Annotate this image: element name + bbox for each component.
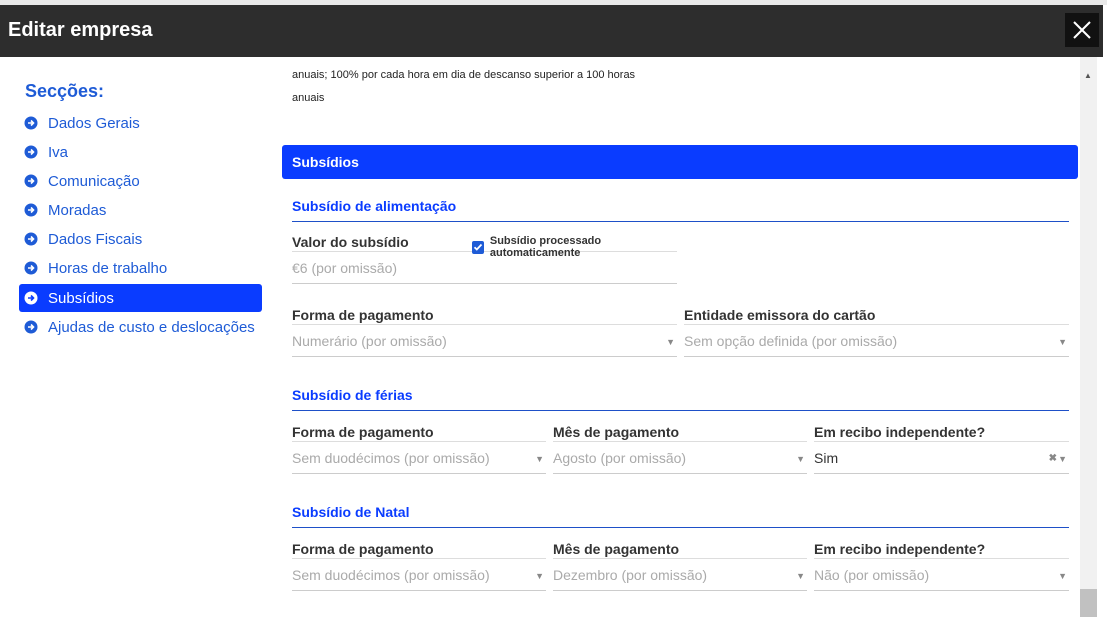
caret-down-icon: ▼ <box>1058 337 1067 347</box>
check-icon <box>473 243 483 251</box>
recibo-independente-label: Em recibo independente? <box>814 536 1069 559</box>
title-bar: Editar empresa <box>0 5 1103 57</box>
forma-pagamento-label: Forma de pagamento <box>292 536 546 559</box>
caret-down-icon: ▼ <box>796 571 805 581</box>
scrollbar-thumb[interactable] <box>1080 589 1097 617</box>
select-value: Sem duodécimos (por omissão) <box>292 449 490 466</box>
sidebar-item-iva[interactable]: Iva <box>19 138 262 166</box>
close-button[interactable] <box>1065 13 1099 47</box>
caret-down-icon: ▼ <box>535 454 544 464</box>
arrow-right-circle-icon <box>24 232 38 246</box>
sidebar-item-label: Subsídios <box>48 289 114 307</box>
arrow-right-circle-icon <box>24 145 38 159</box>
caret-down-icon: ▼ <box>535 571 544 581</box>
sidebar-item-dados-gerais[interactable]: Dados Gerais <box>19 109 262 137</box>
select-value: Não (por omissão) <box>814 566 930 583</box>
recibo-independente-label: Em recibo independente? <box>814 419 1069 442</box>
sidebar-item-label: Dados Fiscais <box>48 230 143 248</box>
recibo-independente-select[interactable]: Sim ✖ ▼ <box>814 442 1069 474</box>
select-value: Agosto (por omissão) <box>553 449 687 466</box>
forma-pagamento-select[interactable]: Sem duodécimos (por omissão) ▼ <box>292 442 546 474</box>
sidebar-item-moradas[interactable]: Moradas <box>19 196 262 224</box>
mes-pagamento-select[interactable]: Dezembro (por omissão) ▼ <box>553 559 807 591</box>
forma-pagamento-label: Forma de pagamento <box>292 302 677 325</box>
select-value: Dezembro (por omissão) <box>553 566 708 583</box>
sidebar-item-dados-fiscais[interactable]: Dados Fiscais <box>19 225 262 253</box>
recibo-independente-ferias-field: Em recibo independente? Sim ✖ ▼ <box>814 419 1069 474</box>
auto-process-checkbox-wrap: Subsídio processado automaticamente <box>472 235 677 259</box>
sidebar-heading: Secções: <box>25 81 105 101</box>
form-content: anuais; 100% por cada hora em dia de des… <box>275 57 1080 617</box>
arrow-right-circle-icon <box>24 174 38 188</box>
forma-pagamento-alimentacao-field: Forma de pagamento Numerário (por omissã… <box>292 302 677 357</box>
subsection-title-ferias: Subsídio de férias <box>292 387 1069 411</box>
arrow-right-circle-icon <box>24 261 38 275</box>
sidebar-item-label: Dados Gerais <box>48 114 140 132</box>
arrow-right-circle-icon <box>24 291 38 305</box>
recibo-independente-select[interactable]: Não (por omissão) ▼ <box>814 559 1069 591</box>
recibo-independente-natal-field: Em recibo independente? Não (por omissão… <box>814 536 1069 591</box>
sidebar-item-label: Comunicação <box>48 172 140 190</box>
dialog-title: Editar empresa <box>8 19 153 41</box>
caret-down-icon: ▼ <box>796 454 805 464</box>
sidebar-item-label: Horas de trabalho <box>48 259 168 277</box>
sidebar-item-label: Ajudas de custo e deslocações <box>48 318 255 336</box>
sidebar-item-comunicacao[interactable]: Comunicação <box>19 167 262 195</box>
subsection-title-natal: Subsídio de Natal <box>292 504 1069 528</box>
select-value: Sim <box>814 449 839 466</box>
entidade-emissora-select[interactable]: Sem opção definida (por omissão) ▼ <box>684 325 1069 357</box>
mes-pagamento-ferias-field: Mês de pagamento Agosto (por omissão) ▼ <box>553 419 807 474</box>
select-value: Sem duodécimos (por omissão) <box>292 566 490 583</box>
overtime-note-line: anuais <box>292 92 325 104</box>
caret-down-icon: ▼ <box>1058 454 1067 464</box>
mes-pagamento-select[interactable]: Agosto (por omissão) ▼ <box>553 442 807 474</box>
sidebar-item-subsidios[interactable]: Subsídios <box>19 284 262 312</box>
select-value: Sem opção definida (por omissão) <box>684 332 898 349</box>
overtime-note-line: anuais; 100% por cada hora em dia de des… <box>292 69 636 81</box>
arrow-right-circle-icon <box>24 203 38 217</box>
select-value: Numerário (por omissão) <box>292 332 447 349</box>
mes-pagamento-label: Mês de pagamento <box>553 536 807 559</box>
arrow-right-circle-icon <box>24 116 38 130</box>
caret-down-icon: ▼ <box>1058 571 1067 581</box>
forma-pagamento-ferias-field: Forma de pagamento Sem duodécimos (por o… <box>292 419 546 474</box>
sidebar-item-label: Iva <box>48 143 69 161</box>
sections-sidebar: Secções: Dados Gerais Iva Comunicação Mo… <box>0 57 275 617</box>
subsection-title-alimentacao: Subsídio de alimentação <box>292 198 1069 222</box>
scroll-up-icon[interactable]: ▲ <box>1084 71 1092 80</box>
section-header-subsidios: Subsídios <box>282 145 1078 179</box>
forma-pagamento-natal-field: Forma de pagamento Sem duodécimos (por o… <box>292 536 546 591</box>
sidebar-item-ajudas-de-custo[interactable]: Ajudas de custo e deslocações <box>19 313 262 341</box>
forma-pagamento-label: Forma de pagamento <box>292 419 546 442</box>
vertical-scrollbar[interactable]: ▲ <box>1080 57 1097 617</box>
mes-pagamento-natal-field: Mês de pagamento Dezembro (por omissão) … <box>553 536 807 591</box>
arrow-right-circle-icon <box>24 320 38 334</box>
caret-down-icon: ▼ <box>666 337 675 347</box>
forma-pagamento-select[interactable]: Sem duodécimos (por omissão) ▼ <box>292 559 546 591</box>
entidade-emissora-label: Entidade emissora do cartão <box>684 302 1069 325</box>
auto-process-label: Subsídio processado automaticamente <box>489 235 602 259</box>
entidade-emissora-field: Entidade emissora do cartão Sem opção de… <box>684 302 1069 357</box>
valor-subsidio-field: Valor do subsídio €6 (por omissão) Subsí… <box>292 229 677 284</box>
close-icon <box>1073 21 1091 39</box>
sidebar-item-label: Moradas <box>48 201 107 219</box>
sidebar-item-horas-de-trabalho[interactable]: Horas de trabalho <box>19 254 262 282</box>
forma-pagamento-select[interactable]: Numerário (por omissão) ▼ <box>292 325 677 357</box>
auto-process-checkbox[interactable] <box>472 240 484 254</box>
clear-icon[interactable]: ✖ <box>1049 453 1057 464</box>
mes-pagamento-label: Mês de pagamento <box>553 419 807 442</box>
